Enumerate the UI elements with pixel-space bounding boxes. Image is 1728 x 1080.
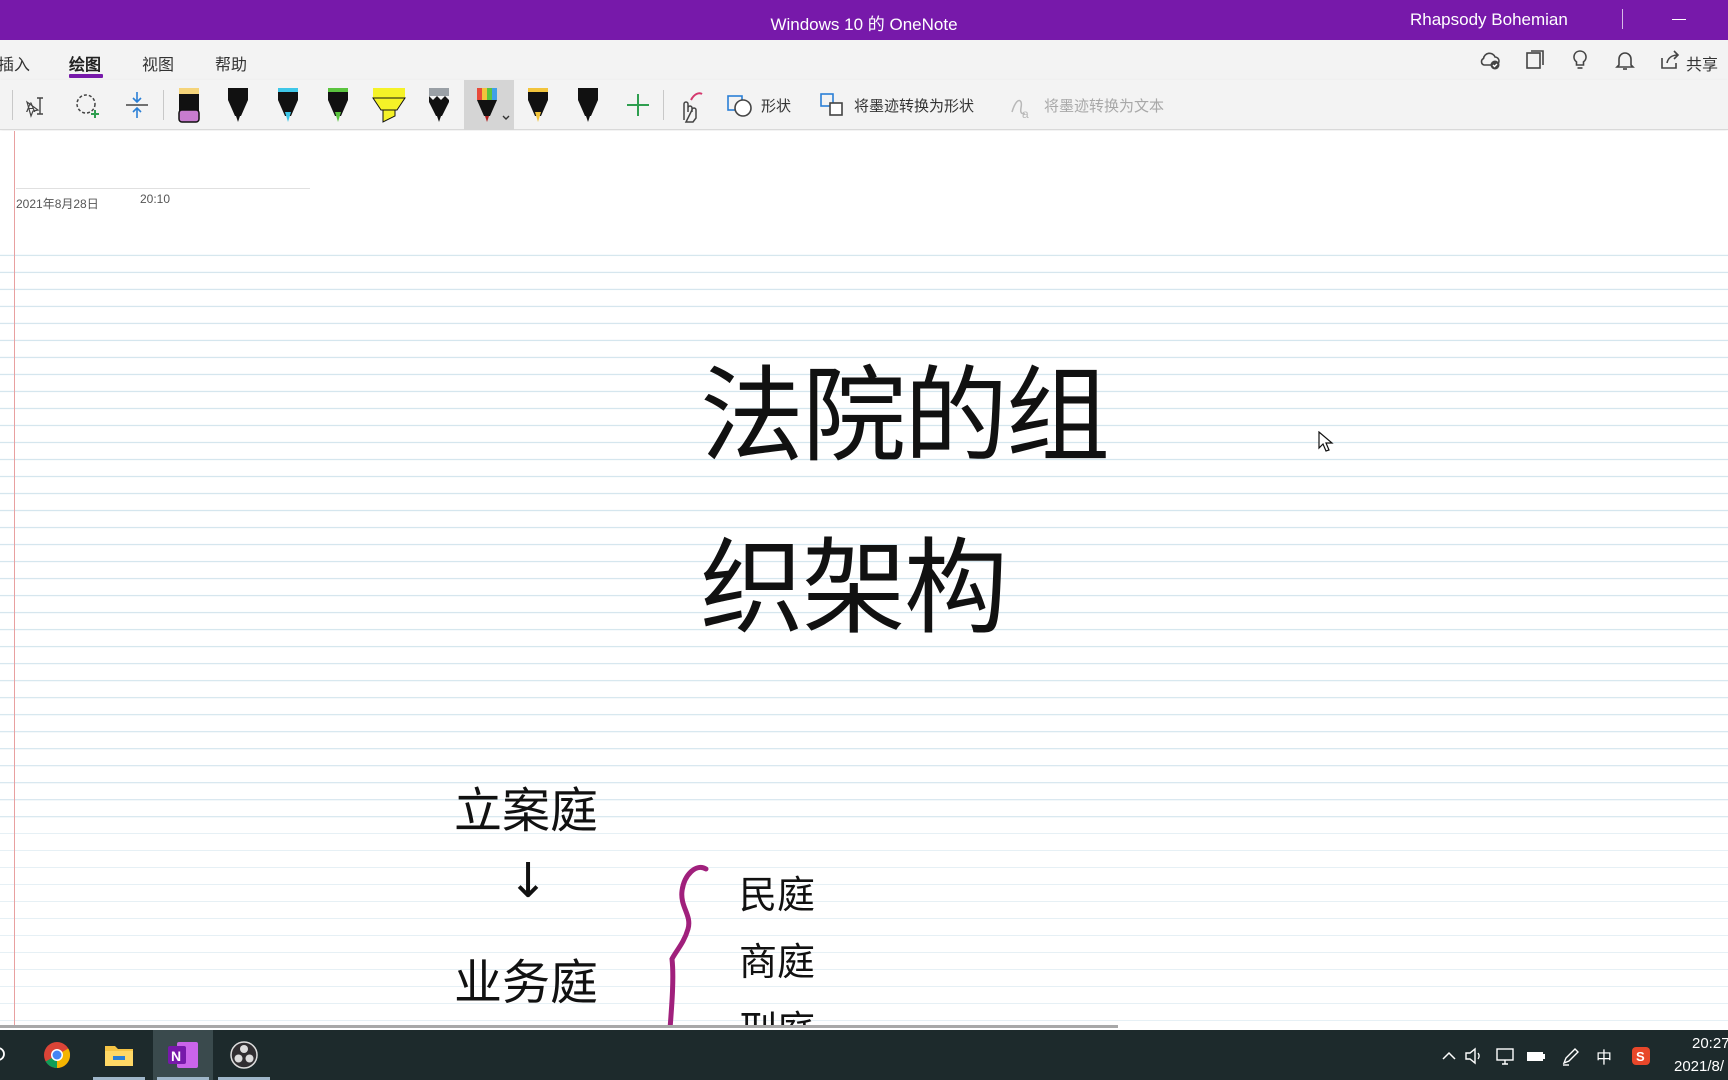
minimize-button[interactable] [1672, 19, 1686, 20]
tab-help[interactable]: 帮助 [215, 51, 247, 75]
chevron-up-icon[interactable] [1438, 1045, 1460, 1067]
page-time: 20:10 [140, 192, 171, 206]
yellow-highlighter-icon[interactable] [370, 86, 408, 124]
note-subitem-criminal[interactable]: 刑庭 [739, 999, 815, 1027]
ink-to-shape-button[interactable]: 将墨迹转换为形状 [854, 95, 974, 116]
horizontal-scrollbar[interactable] [0, 1025, 1118, 1028]
shapes-icon[interactable] [726, 86, 754, 124]
toolbar-separator [663, 90, 664, 120]
note-page[interactable]: 2021年8月28日 20:10 法院的组 织架构 立案庭 ↓ 业务庭 民庭 商… [0, 131, 1728, 1027]
galaxy-pen-icon[interactable] [426, 86, 452, 124]
network-icon[interactable] [1494, 1045, 1516, 1067]
page-header-area [0, 131, 1728, 239]
share-icon[interactable] [1658, 48, 1682, 72]
clock-time[interactable]: 20:27 [1692, 1035, 1728, 1052]
page-title-line-1[interactable]: 法院的组 [700, 331, 1110, 482]
note-item-filing-court[interactable]: 立案庭 [454, 771, 598, 841]
onenote-icon: N [168, 1042, 198, 1068]
gold-pen-icon[interactable] [525, 86, 551, 124]
user-name[interactable]: Rhapsody Bohemian [1410, 10, 1568, 30]
type-lasso-icon[interactable]: A [24, 86, 52, 124]
sync-status-icon[interactable] [1478, 48, 1502, 72]
file-explorer-icon [105, 1046, 133, 1066]
toolbar-separator [12, 90, 13, 120]
eraser-icon[interactable] [176, 86, 202, 124]
note-item-business-court[interactable]: 业务庭 [454, 943, 598, 1013]
taskbar-chrome[interactable] [27, 1030, 87, 1080]
ink-brace-stroke[interactable] [650, 861, 710, 1027]
date-rule [16, 188, 310, 189]
svg-text:S: S [1636, 1049, 1645, 1064]
active-tab-indicator [69, 74, 103, 78]
mouse-cursor-icon [1318, 431, 1334, 452]
search-icon[interactable] [0, 1045, 8, 1065]
chrome-icon [44, 1042, 71, 1069]
ribbon-tabs: 插入 绘图 视图 帮助 共享 [0, 40, 1728, 80]
insert-space-icon[interactable] [123, 86, 151, 124]
taskbar-obs[interactable] [214, 1030, 274, 1080]
black-pen-icon[interactable] [225, 86, 251, 124]
ink-to-text-button: 将墨迹转换为文本 [1044, 98, 1165, 115]
rainbow-pen-icon[interactable] [474, 86, 514, 124]
volume-icon[interactable] [1463, 1045, 1485, 1067]
pages-icon[interactable] [1523, 48, 1547, 72]
svg-text:a: a [1022, 107, 1029, 121]
draw-toolbar: A 形状 将墨迹转换为形状 a 将墨迹转换为文本 [0, 80, 1728, 130]
tab-view[interactable]: 视图 [142, 51, 174, 75]
tab-draw[interactable]: 绘图 [69, 51, 101, 75]
obs-icon [230, 1041, 258, 1069]
svg-text:N: N [171, 1048, 181, 1064]
pen-workspace-icon[interactable] [1560, 1045, 1582, 1067]
ime-indicator[interactable]: 中 [1596, 1044, 1612, 1068]
shapes-button[interactable]: 形状 [761, 95, 791, 116]
clock-date[interactable]: 2021/8/ [1674, 1058, 1724, 1075]
taskbar-file-explorer[interactable] [89, 1030, 149, 1080]
page-title-line-2[interactable]: 织架构 [700, 503, 1008, 654]
toolbar-separator [163, 90, 164, 120]
bell-icon[interactable] [1613, 48, 1637, 72]
lightbulb-icon[interactable] [1568, 48, 1592, 72]
margin-line [14, 131, 15, 1027]
note-subitem-civil[interactable]: 民庭 [739, 864, 815, 919]
down-arrow[interactable]: ↓ [508, 853, 548, 909]
taskbar: N 中 S 20:27 2021/8/ [0, 1030, 1728, 1080]
note-subitem-commercial[interactable]: 商庭 [739, 931, 815, 986]
taskbar-onenote[interactable]: N [153, 1030, 213, 1080]
touch-draw-icon[interactable] [675, 86, 705, 124]
share-button[interactable]: 共享 [1686, 51, 1718, 75]
title-bar: Windows 10 的 OneNote Rhapsody Bohemian [0, 0, 1728, 40]
battery-icon[interactable] [1525, 1045, 1547, 1067]
title-separator [1622, 9, 1623, 29]
ink-to-text-icon[interactable]: a [1008, 86, 1036, 124]
green-pen-icon[interactable] [325, 86, 351, 124]
add-pen-icon[interactable] [625, 86, 651, 124]
black-pen-2-icon[interactable] [575, 86, 601, 124]
ink-to-shape-icon[interactable] [818, 86, 846, 124]
lasso-select-icon[interactable] [73, 86, 103, 124]
page-date: 2021年8月28日 [16, 197, 99, 211]
cyan-pen-icon[interactable] [275, 86, 301, 124]
tab-insert[interactable]: 插入 [0, 51, 30, 75]
sogou-input-icon[interactable]: S [1630, 1045, 1652, 1067]
